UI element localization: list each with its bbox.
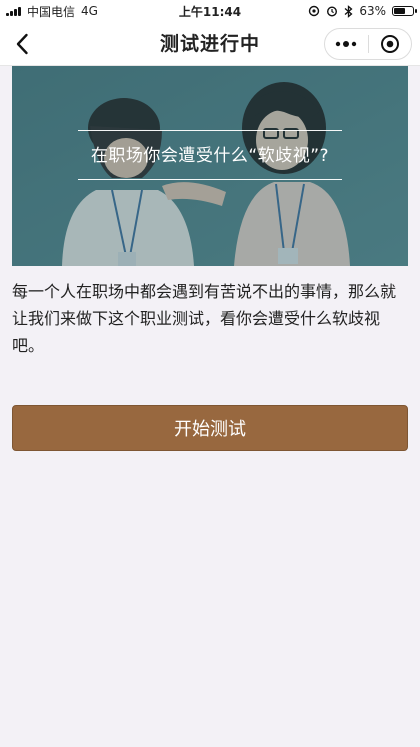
bluetooth-icon	[344, 4, 353, 18]
start-test-button[interactable]: 开始测试	[12, 405, 408, 451]
intro-text: 每一个人在职场中都会遇到有苦说不出的事情，那么就让我们来做下这个职业测试，看你会…	[12, 282, 397, 355]
more-dots-icon	[336, 41, 357, 47]
hero-divider-top	[78, 130, 342, 131]
chevron-left-icon	[16, 33, 28, 55]
status-right: 63%	[308, 4, 417, 18]
hero-divider-bottom	[78, 179, 342, 180]
more-button[interactable]	[325, 29, 368, 59]
alarm-icon	[327, 6, 338, 17]
hero-title: 在职场你会遭受什么“软歧视”?	[90, 146, 330, 166]
status-bar: 中国电信 4G 上午11:44 63%	[0, 0, 420, 22]
battery-percent: 63%	[359, 4, 386, 18]
location-lock-icon	[309, 5, 320, 17]
close-button[interactable]	[369, 29, 412, 59]
carrier-label: 中国电信	[27, 4, 76, 19]
network-label: 4G	[81, 4, 98, 18]
hero-banner: 在职场你会遭受什么“软歧视”?	[12, 66, 408, 266]
battery-fill	[394, 8, 405, 14]
nav-bar: 测试进行中	[0, 22, 420, 66]
signal-icon	[6, 6, 21, 16]
status-time: 上午11:44	[178, 4, 242, 19]
back-button[interactable]	[6, 28, 38, 60]
mini-program-capsule	[324, 28, 412, 60]
battery-icon	[392, 6, 417, 16]
status-left: 中国电信 4G	[6, 3, 98, 20]
hero-photo	[12, 66, 408, 266]
target-close-icon	[380, 35, 399, 53]
